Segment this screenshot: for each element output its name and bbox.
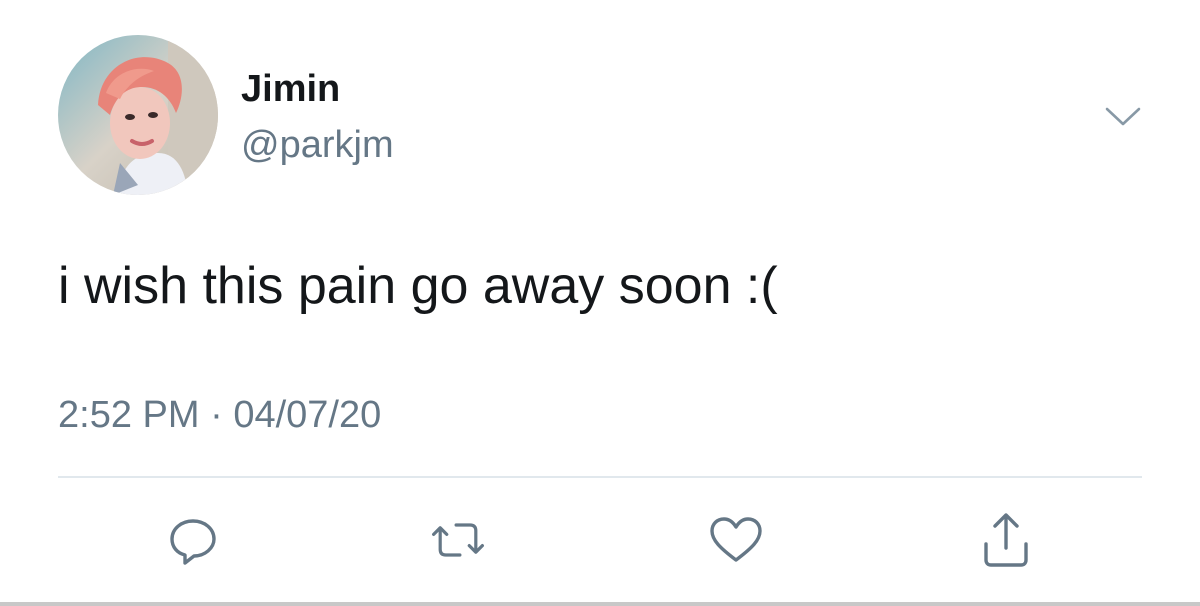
like-button[interactable] <box>706 510 766 570</box>
display-name[interactable]: Jimin <box>241 66 340 112</box>
timestamp-separator: · <box>210 394 223 436</box>
share-button[interactable] <box>976 510 1036 570</box>
heart-icon <box>710 517 762 562</box>
chevron-down-icon[interactable] <box>1104 104 1142 130</box>
retweet-icon <box>432 523 484 557</box>
tweet-card: Jimin @parkjm i wish this pain go away s… <box>0 0 1200 606</box>
comment-icon <box>170 519 216 565</box>
tweet-time: 2:52 PM <box>58 394 200 436</box>
share-icon <box>984 513 1028 567</box>
reply-button[interactable] <box>163 510 223 570</box>
divider <box>58 476 1142 478</box>
tweet-timestamp[interactable]: 2:52 PM · 04/07/20 <box>58 392 381 438</box>
user-handle[interactable]: @parkjm <box>241 122 394 168</box>
avatar[interactable] <box>58 35 218 195</box>
bottom-border <box>0 602 1200 606</box>
retweet-button[interactable] <box>428 510 488 570</box>
tweet-text: i wish this pain go away soon :( <box>58 257 778 315</box>
tweet-date: 04/07/20 <box>233 394 382 436</box>
